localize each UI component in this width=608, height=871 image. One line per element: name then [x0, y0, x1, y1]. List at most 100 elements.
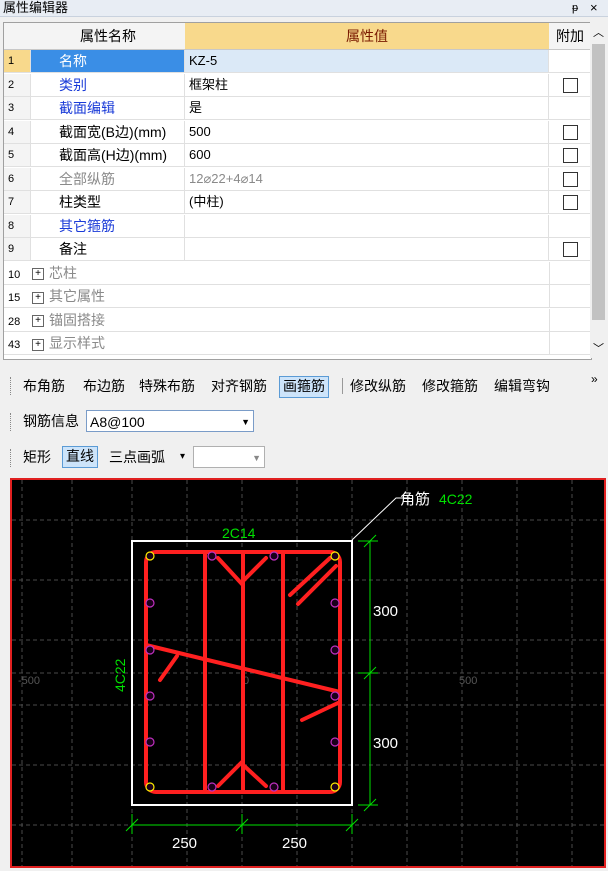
corner-bar[interactable] — [330, 551, 340, 561]
property-value[interactable]: KZ-5 — [185, 50, 549, 72]
property-row[interactable]: 8 其它箍筋 — [4, 214, 591, 238]
expand-icon[interactable]: + — [32, 338, 44, 351]
edge-bar[interactable] — [269, 782, 279, 792]
arc-mode-combo[interactable]: ▼ — [193, 446, 265, 468]
property-name[interactable]: 截面高(H边)(mm) — [31, 144, 185, 166]
expand-icon[interactable]: + — [32, 315, 44, 328]
property-group-row[interactable]: 28 + 锚固搭接 — [4, 308, 591, 332]
draw-stirrup-button[interactable]: 画箍筋 — [279, 376, 329, 398]
row-number: 8 — [4, 214, 31, 237]
property-value[interactable]: 600 — [185, 144, 549, 166]
edge-bar[interactable] — [330, 598, 340, 608]
expand-icon[interactable]: + — [32, 268, 44, 281]
group-cell[interactable]: 15 + 其它属性 — [4, 285, 105, 307]
group-cell[interactable]: 28 + 锚固搭接 — [4, 309, 105, 331]
group-name: 芯柱 — [49, 264, 77, 281]
line-button[interactable]: 直线 — [62, 446, 98, 468]
property-row[interactable]: 1 名称 KZ-5 — [4, 50, 591, 73]
toolbar-grip[interactable] — [10, 377, 13, 395]
rectangle-button[interactable]: 矩形 — [20, 447, 54, 467]
section-drawing[interactable]: -500 500 0 角筋 4C22 2C14 4C22 300 300 250… — [12, 480, 604, 866]
property-value[interactable] — [185, 238, 549, 260]
corner-bar[interactable] — [145, 551, 155, 561]
arc-dropdown-icon[interactable]: ▾ — [177, 447, 188, 467]
draw-mode-toolbar: 矩形 直线 三点画弧 ▾ ▼ — [0, 444, 608, 472]
group-cell[interactable]: 43 + 显示样式 — [4, 332, 105, 354]
align-bar-button[interactable]: 对齐钢筋 — [208, 376, 270, 396]
property-row[interactable]: 6 全部纵筋 12⌀22+4⌀14 — [4, 167, 591, 191]
value-column-header[interactable]: 属性值 — [185, 23, 550, 50]
property-value[interactable]: 12⌀22+4⌀14 — [185, 167, 549, 190]
chevron-down-icon[interactable]: ▼ — [241, 411, 250, 433]
edge-bar[interactable] — [145, 598, 155, 608]
rebar-info-combo[interactable]: A8@100 ▼ — [86, 410, 254, 432]
property-group-row[interactable]: 43 + 显示样式 — [4, 332, 591, 355]
property-grid: 属性名称 属性值 附加 1 名称 KZ-5 2 类别 框架柱 3 截面编辑是 4 截面宽(B边)(… — [3, 22, 592, 360]
extra-cell — [549, 50, 591, 72]
extra-checkbox[interactable] — [563, 148, 578, 163]
scroll-up-icon[interactable]: ︿ — [593, 24, 604, 40]
name-column-header[interactable]: 属性名称 — [31, 23, 186, 50]
pin-icon[interactable]: ᵽ — [572, 0, 578, 16]
scroll-down-icon[interactable]: ﹀ — [593, 340, 604, 356]
edge-bar[interactable] — [207, 782, 217, 792]
property-name[interactable]: 类别 — [31, 73, 185, 96]
property-row[interactable]: 2 类别 框架柱 — [4, 73, 591, 97]
edge-bar[interactable] — [330, 737, 340, 747]
edge-bar[interactable] — [269, 551, 279, 561]
edge-bar-button[interactable]: 布边筋 — [80, 376, 128, 396]
edge-bar[interactable] — [207, 551, 217, 561]
property-value[interactable]: 框架柱 — [185, 73, 549, 96]
group-extra — [549, 332, 591, 354]
toolbar-grip[interactable] — [10, 449, 13, 467]
toolbar-grip[interactable] — [10, 413, 13, 431]
edit-hook-button[interactable]: 编辑弯钩 — [491, 376, 553, 396]
extra-column-header[interactable]: 附加 — [549, 23, 591, 50]
section-drawing-canvas[interactable]: -500 500 0 角筋 4C22 2C14 4C22 300 300 250… — [10, 478, 606, 868]
edit-stirrup-button[interactable]: 修改箍筋 — [419, 376, 481, 396]
splitter[interactable] — [0, 360, 608, 366]
corner-bar[interactable] — [145, 782, 155, 792]
expand-icon[interactable]: + — [32, 291, 44, 304]
property-row[interactable]: 9 备注 — [4, 238, 591, 261]
property-value[interactable] — [185, 214, 549, 237]
left-hook[interactable] — [158, 654, 179, 682]
property-row[interactable]: 5 截面高(H边)(mm) 600 — [4, 144, 591, 167]
extra-checkbox[interactable] — [563, 242, 578, 257]
property-row[interactable]: 7 柱类型 (中柱) — [4, 191, 591, 214]
extra-checkbox[interactable] — [563, 77, 578, 93]
special-bar-button[interactable]: 特殊布筋 — [136, 376, 198, 396]
grid-scrollbar[interactable]: ︿ ﹀ — [590, 22, 607, 358]
edge-bar[interactable] — [145, 737, 155, 747]
extra-checkbox[interactable] — [563, 195, 578, 210]
property-row[interactable]: 3 截面编辑是 — [4, 97, 591, 120]
property-name[interactable]: 名称 — [31, 50, 185, 72]
property-name[interactable]: 截面编辑 — [31, 97, 185, 119]
toolbar-overflow-icon[interactable]: » — [591, 372, 598, 386]
edge-bar[interactable] — [330, 691, 340, 701]
property-group-row[interactable]: 10 + 芯柱 — [4, 261, 591, 285]
corner-bar[interactable] — [330, 782, 340, 792]
scroll-thumb[interactable] — [592, 44, 605, 320]
chevron-down-icon[interactable]: ▼ — [252, 447, 261, 469]
property-group-row[interactable]: 15 + 其它属性 — [4, 285, 591, 308]
close-icon[interactable]: × — [590, 0, 598, 16]
edge-bar[interactable] — [330, 645, 340, 655]
property-row[interactable]: 4 截面宽(B边)(mm) 500 — [4, 120, 591, 144]
property-value[interactable]: 是 — [185, 97, 549, 119]
edge-bar[interactable] — [145, 645, 155, 655]
group-cell[interactable]: 10 + 芯柱 — [4, 262, 77, 284]
property-name[interactable]: 截面宽(B边)(mm) — [31, 120, 185, 143]
edge-bar[interactable] — [145, 691, 155, 701]
property-value[interactable]: 500 — [185, 120, 549, 143]
property-name[interactable]: 备注 — [31, 238, 185, 260]
edit-longitudinal-button[interactable]: 修改纵筋 — [347, 376, 409, 396]
extra-checkbox[interactable] — [563, 124, 578, 140]
property-name[interactable]: 其它箍筋 — [31, 214, 185, 237]
property-value[interactable]: (中柱) — [185, 191, 549, 213]
property-name[interactable]: 全部纵筋 — [31, 167, 185, 190]
extra-checkbox[interactable] — [563, 171, 578, 187]
three-point-arc-button[interactable]: 三点画弧 — [106, 447, 168, 467]
property-name[interactable]: 柱类型 — [31, 191, 185, 213]
corner-bar-button[interactable]: 布角筋 — [20, 376, 68, 396]
